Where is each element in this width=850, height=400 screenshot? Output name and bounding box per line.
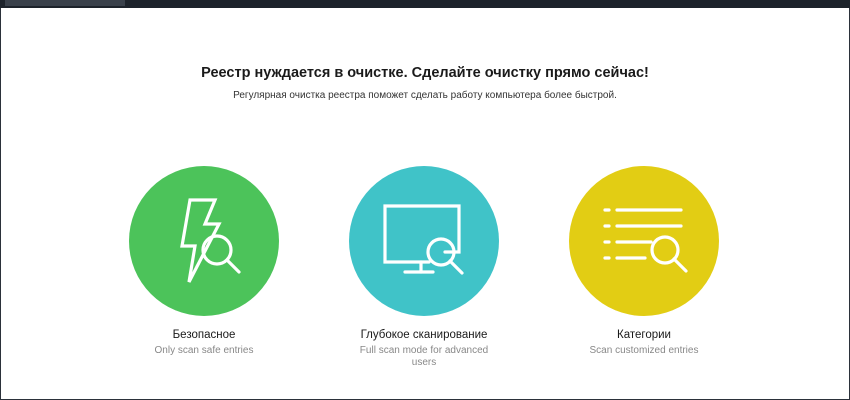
scan-option-deep-title: Глубокое сканирование bbox=[360, 329, 488, 341]
scan-option-safe[interactable]: Безопасное Only scan safe entries bbox=[114, 166, 294, 357]
scan-option-deep[interactable]: Глубокое сканирование Full scan mode for… bbox=[334, 166, 514, 369]
title-bar bbox=[0, 0, 850, 8]
lightning-magnifier-icon bbox=[180, 198, 241, 283]
scan-option-categories-title: Категории bbox=[617, 329, 671, 341]
scan-option-deep-circle[interactable] bbox=[349, 166, 499, 316]
scan-option-categories-circle[interactable] bbox=[569, 166, 719, 316]
app-window: Реестр нуждается в очистке. Сделайте очи… bbox=[0, 0, 850, 400]
main-panel: Реестр нуждается в очистке. Сделайте очи… bbox=[1, 8, 849, 399]
scan-option-categories[interactable]: Категории Scan customized entries bbox=[554, 166, 734, 357]
monitor-magnifier-icon bbox=[383, 204, 464, 275]
list-magnifier-icon bbox=[603, 208, 688, 273]
scan-option-deep-description: Full scan mode for advanced users bbox=[359, 345, 489, 368]
scan-option-safe-description: Only scan safe entries bbox=[154, 345, 254, 356]
scan-option-safe-circle[interactable] bbox=[129, 166, 279, 316]
page-subtitle: Регулярная очистка реестра поможет сдела… bbox=[233, 90, 617, 101]
scan-option-safe-title: Безопасное bbox=[172, 329, 236, 341]
page-title: Реестр нуждается в очистке. Сделайте очи… bbox=[201, 65, 649, 81]
title-bar-tab[interactable] bbox=[5, 0, 125, 6]
scan-option-categories-description: Scan customized entries bbox=[589, 345, 699, 356]
